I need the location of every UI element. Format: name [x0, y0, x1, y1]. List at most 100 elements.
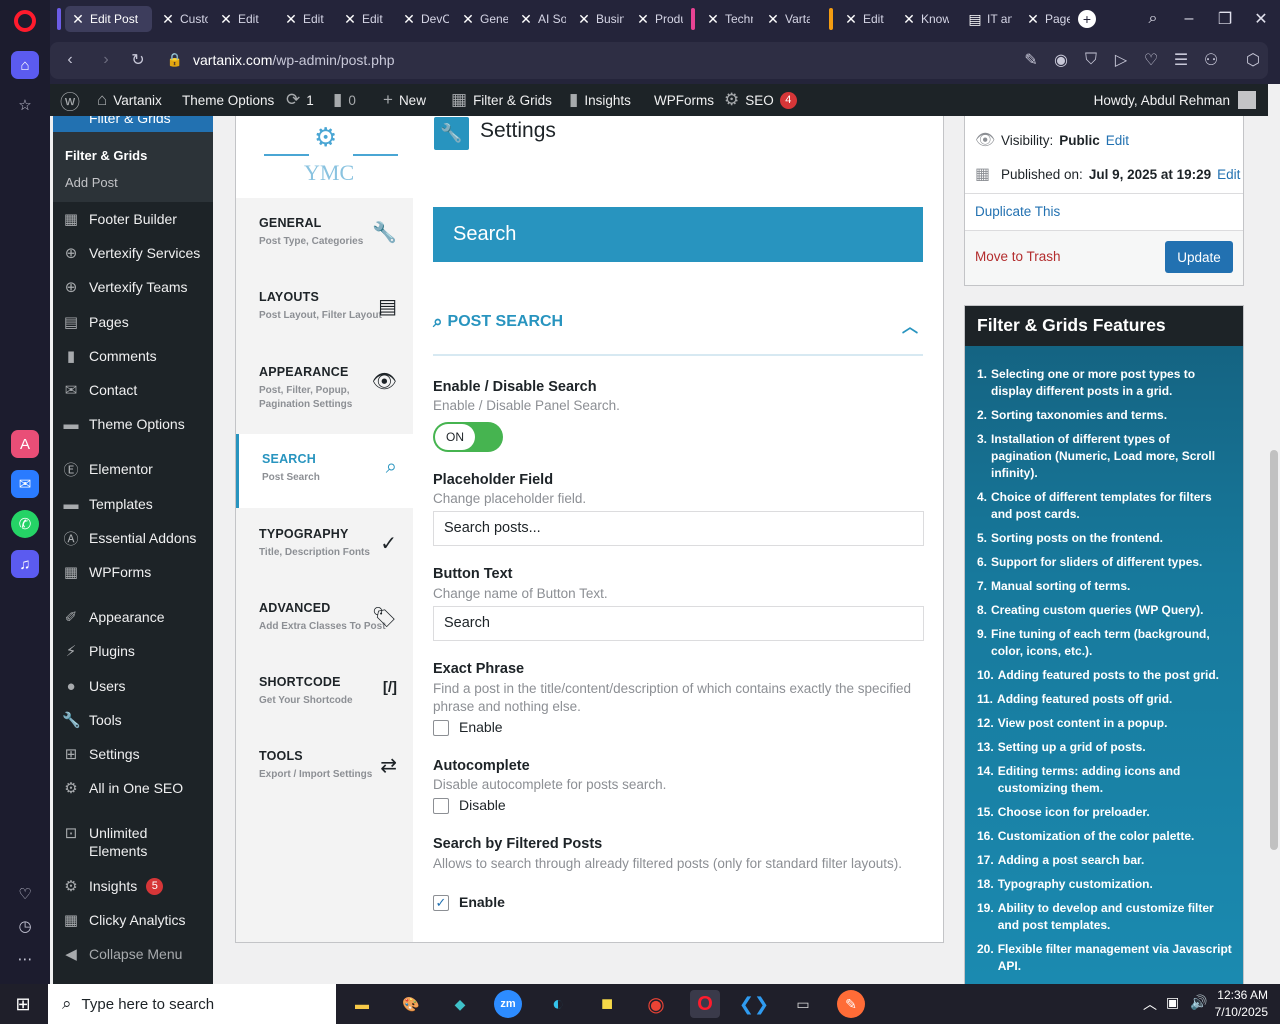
visibility-edit-link[interactable]: Edit — [1106, 133, 1129, 148]
browser-tab[interactable]: ✕ Edit Post — [65, 6, 152, 32]
ymc-tab-general[interactable]: GENERAL Post Type, Categories 🔧 — [236, 198, 413, 272]
opera-taskbar-icon[interactable]: O — [690, 990, 720, 1018]
search-tabs-icon[interactable]: ⌕ — [1142, 8, 1164, 30]
url-text[interactable]: vartanix.com/wp-admin/post.php — [193, 52, 395, 68]
published-edit-link[interactable]: Edit — [1217, 167, 1240, 182]
placeholder-input[interactable]: Search posts... — [433, 511, 924, 546]
admin-bar-seo[interactable]: ⚙ SEO 4 — [724, 84, 797, 116]
browser-tab[interactable]: ▤ IT an — [962, 6, 1017, 32]
browser-tab[interactable]: ✕ Varta — [760, 6, 815, 32]
button-text-input[interactable]: Search — [433, 606, 924, 641]
heart-icon[interactable]: ♡ — [11, 880, 39, 908]
menu-item-tools[interactable]: 🔧 Tools — [53, 703, 213, 737]
autocomplete-checkbox[interactable] — [433, 798, 449, 814]
menu-item-filter-grids[interactable]: Filter & Grids — [53, 116, 213, 132]
submenu-filter-grids[interactable]: Filter & Grids — [65, 148, 147, 163]
menu-icon[interactable]: ☰ — [1171, 50, 1191, 70]
admin-bar-updates[interactable]: ⟳ 1 — [286, 84, 314, 116]
play-icon[interactable]: ▷ — [1111, 50, 1131, 70]
home-icon[interactable]: ⌂ — [11, 51, 39, 79]
ymc-tab-appearance[interactable]: APPEARANCE Post, Filter, Popup, Paginatio… — [236, 347, 413, 421]
browser-tab[interactable]: ✕ Gene — [455, 6, 513, 32]
menu-item-unlimited-elements[interactable]: ⊡ Unlimited Elements — [53, 816, 213, 859]
menu-item-footer-builder[interactable]: ▦ Footer Builder — [53, 202, 213, 236]
whatsapp-icon[interactable]: ✆ — [11, 510, 39, 538]
camera-icon[interactable]: ◉ — [1051, 50, 1071, 70]
menu-item-all-in-one-seo[interactable]: ⚙ All in One SEO — [53, 771, 213, 805]
menu-item-theme-options[interactable]: ▬ Theme Options — [53, 407, 213, 441]
menu-item-appearance[interactable]: ✐ Appearance — [53, 600, 213, 634]
admin-bar-new[interactable]: + New — [383, 84, 426, 116]
filtered-posts-check-label[interactable]: Enable — [459, 894, 505, 910]
ymc-tab-tools[interactable]: TOOLS Export / Import Settings ⇄ — [236, 731, 413, 805]
terminal-icon[interactable]: ▭ — [788, 990, 818, 1018]
duplicate-link[interactable]: Duplicate This — [975, 204, 1060, 219]
browser-tab[interactable]: ✕ DevC — [396, 6, 454, 32]
browser-tab[interactable]: ✕ Page — [1020, 6, 1075, 32]
postman-icon[interactable]: ✎ — [837, 990, 865, 1018]
chevron-up-icon[interactable]: ︿ — [1143, 994, 1157, 1014]
admin-bar-insights[interactable]: ▮ Insights — [569, 84, 631, 116]
admin-bar-comments[interactable]: ▮ 0 — [333, 84, 356, 116]
admin-bar-site[interactable]: ⌂ Vartanix — [97, 84, 162, 116]
volume-icon[interactable]: 🔊 — [1190, 994, 1207, 1011]
zoom-icon[interactable]: zm — [494, 990, 522, 1018]
menu-item-users[interactable]: ● Users — [53, 669, 213, 703]
network-icon[interactable]: ▣ — [1166, 994, 1179, 1011]
browser-tab[interactable]: ✕ Edit — [213, 6, 275, 32]
heart-outline-icon[interactable]: ♡ — [1141, 50, 1161, 70]
menu-item-insights[interactable]: ⚙ Insights 5 — [53, 869, 213, 903]
ymc-tab-typography[interactable]: TYPOGRAPHY Title, Description Fonts ✓ — [236, 509, 413, 583]
shield-icon[interactable]: ⛉ — [1081, 50, 1101, 70]
menu-item-clicky-analytics[interactable]: ▦ Clicky Analytics — [53, 903, 213, 937]
browser-tab[interactable]: ✕ Know — [896, 6, 954, 32]
menu-item-vertexify-teams[interactable]: ⊕ Vertexify Teams — [53, 270, 213, 304]
move-to-trash-link[interactable]: Move to Trash — [975, 249, 1061, 264]
wp-logo-icon[interactable]: ⓦ — [60, 84, 80, 116]
submenu-add-post[interactable]: Add Post — [65, 175, 118, 190]
ymc-tab-advanced[interactable]: ADVANCED Add Extra Classes To Post 🏷 — [236, 583, 413, 657]
chrome-icon[interactable]: ◉ — [641, 990, 671, 1018]
browser-tab[interactable]: ✕ Produ — [630, 6, 688, 32]
edge-icon[interactable]: ◐ — [543, 990, 573, 1018]
exact-phrase-check-label[interactable]: Enable — [459, 719, 503, 735]
star-icon[interactable]: ☆ — [11, 91, 39, 119]
back-icon[interactable]: ‹ — [60, 50, 80, 70]
aria-icon[interactable]: A — [11, 430, 39, 458]
avatar[interactable] — [1238, 91, 1256, 109]
menu-item-vertexify-services[interactable]: ⊕ Vertexify Services — [53, 236, 213, 270]
autocomplete-check-label[interactable]: Disable — [459, 797, 506, 813]
admin-bar-account[interactable]: Howdy, Abdul Rehman — [1094, 84, 1230, 116]
browser-tab[interactable]: ✕ Edit — [838, 6, 896, 32]
messenger-icon[interactable]: ✉ — [11, 470, 39, 498]
ymc-tab-layouts[interactable]: LAYOUTS Post Layout, Filter Layout ▤ — [236, 272, 413, 346]
history-icon[interactable]: ◷ — [11, 912, 39, 940]
menu-item-wpforms[interactable]: ▦ WPForms — [53, 555, 213, 589]
menu-item-templates[interactable]: ▬ Templates — [53, 487, 213, 521]
new-tab-icon[interactable]: + — [1078, 10, 1096, 28]
windows-start-icon[interactable]: ⊞ — [12, 993, 34, 1015]
extensions-icon[interactable]: ⬡ — [1243, 50, 1263, 70]
chevron-up-icon[interactable]: ︿ — [902, 313, 918, 337]
ymc-tab-search[interactable]: SEARCH Post Search ⌕ — [236, 434, 413, 508]
browser-tab[interactable]: ✕ AI So — [513, 6, 571, 32]
close-window-icon[interactable]: ✕ — [1250, 8, 1272, 30]
forward-icon[interactable]: › — [96, 50, 116, 70]
app-icon[interactable]: ◆ — [445, 990, 475, 1018]
paint-icon[interactable]: 🎨 — [396, 990, 426, 1018]
opera-logo-icon[interactable] — [14, 10, 36, 32]
menu-item-essential-addons[interactable]: Ⓐ Essential Addons — [53, 521, 213, 555]
collapse-menu-button[interactable]: ◀ Collapse Menu — [53, 937, 213, 971]
browser-tab[interactable]: ✕ Techn — [700, 6, 758, 32]
taskbar-search[interactable]: ⌕ Type here to search — [48, 984, 336, 1024]
minimize-icon[interactable]: – — [1178, 8, 1200, 30]
restore-icon[interactable]: ❐ — [1214, 8, 1236, 30]
reload-icon[interactable]: ↻ — [128, 50, 148, 70]
exact-phrase-checkbox[interactable] — [433, 720, 449, 736]
menu-item-comments[interactable]: ▮ Comments — [53, 339, 213, 373]
taskbar-clock[interactable]: 12:36 AM 7/10/2025 — [1212, 987, 1268, 1021]
update-button[interactable]: Update — [1165, 241, 1233, 273]
vscode-icon[interactable]: ❮❯ — [739, 990, 769, 1018]
menu-item-settings[interactable]: ⊞ Settings — [53, 737, 213, 771]
browser-tab[interactable]: ✕ Edit — [278, 6, 336, 32]
